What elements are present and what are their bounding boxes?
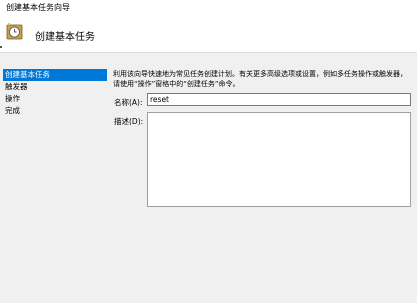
window-title: 创建基本任务向导 xyxy=(6,3,70,12)
name-label: 名称(A): xyxy=(114,98,143,107)
description-label: 描述(D): xyxy=(114,117,144,126)
header-divider xyxy=(0,52,417,53)
scheduled-task-clock-icon xyxy=(6,23,23,40)
description-textarea[interactable] xyxy=(147,112,411,207)
nav-item-action[interactable]: 操作 xyxy=(3,93,107,105)
header-title: 创建基本任务 xyxy=(35,32,95,43)
nav-item-create-basic-task[interactable]: 创建基本任务 xyxy=(3,69,107,81)
edge-marker xyxy=(0,46,2,48)
title-bar: 创建基本任务向导 xyxy=(0,0,417,16)
wizard-steps-nav: 创建基本任务 触发器 操作 完成 xyxy=(3,69,107,117)
wizard-header: 创建基本任务 xyxy=(0,16,417,52)
wizard-description: 利用该向导快速地为常见任务创建计划。有关更多高级选项或设置，例如多任务操作或触发… xyxy=(113,70,407,88)
nav-item-trigger[interactable]: 触发器 xyxy=(3,81,107,93)
nav-item-finish[interactable]: 完成 xyxy=(3,105,107,117)
name-input[interactable] xyxy=(147,93,411,106)
